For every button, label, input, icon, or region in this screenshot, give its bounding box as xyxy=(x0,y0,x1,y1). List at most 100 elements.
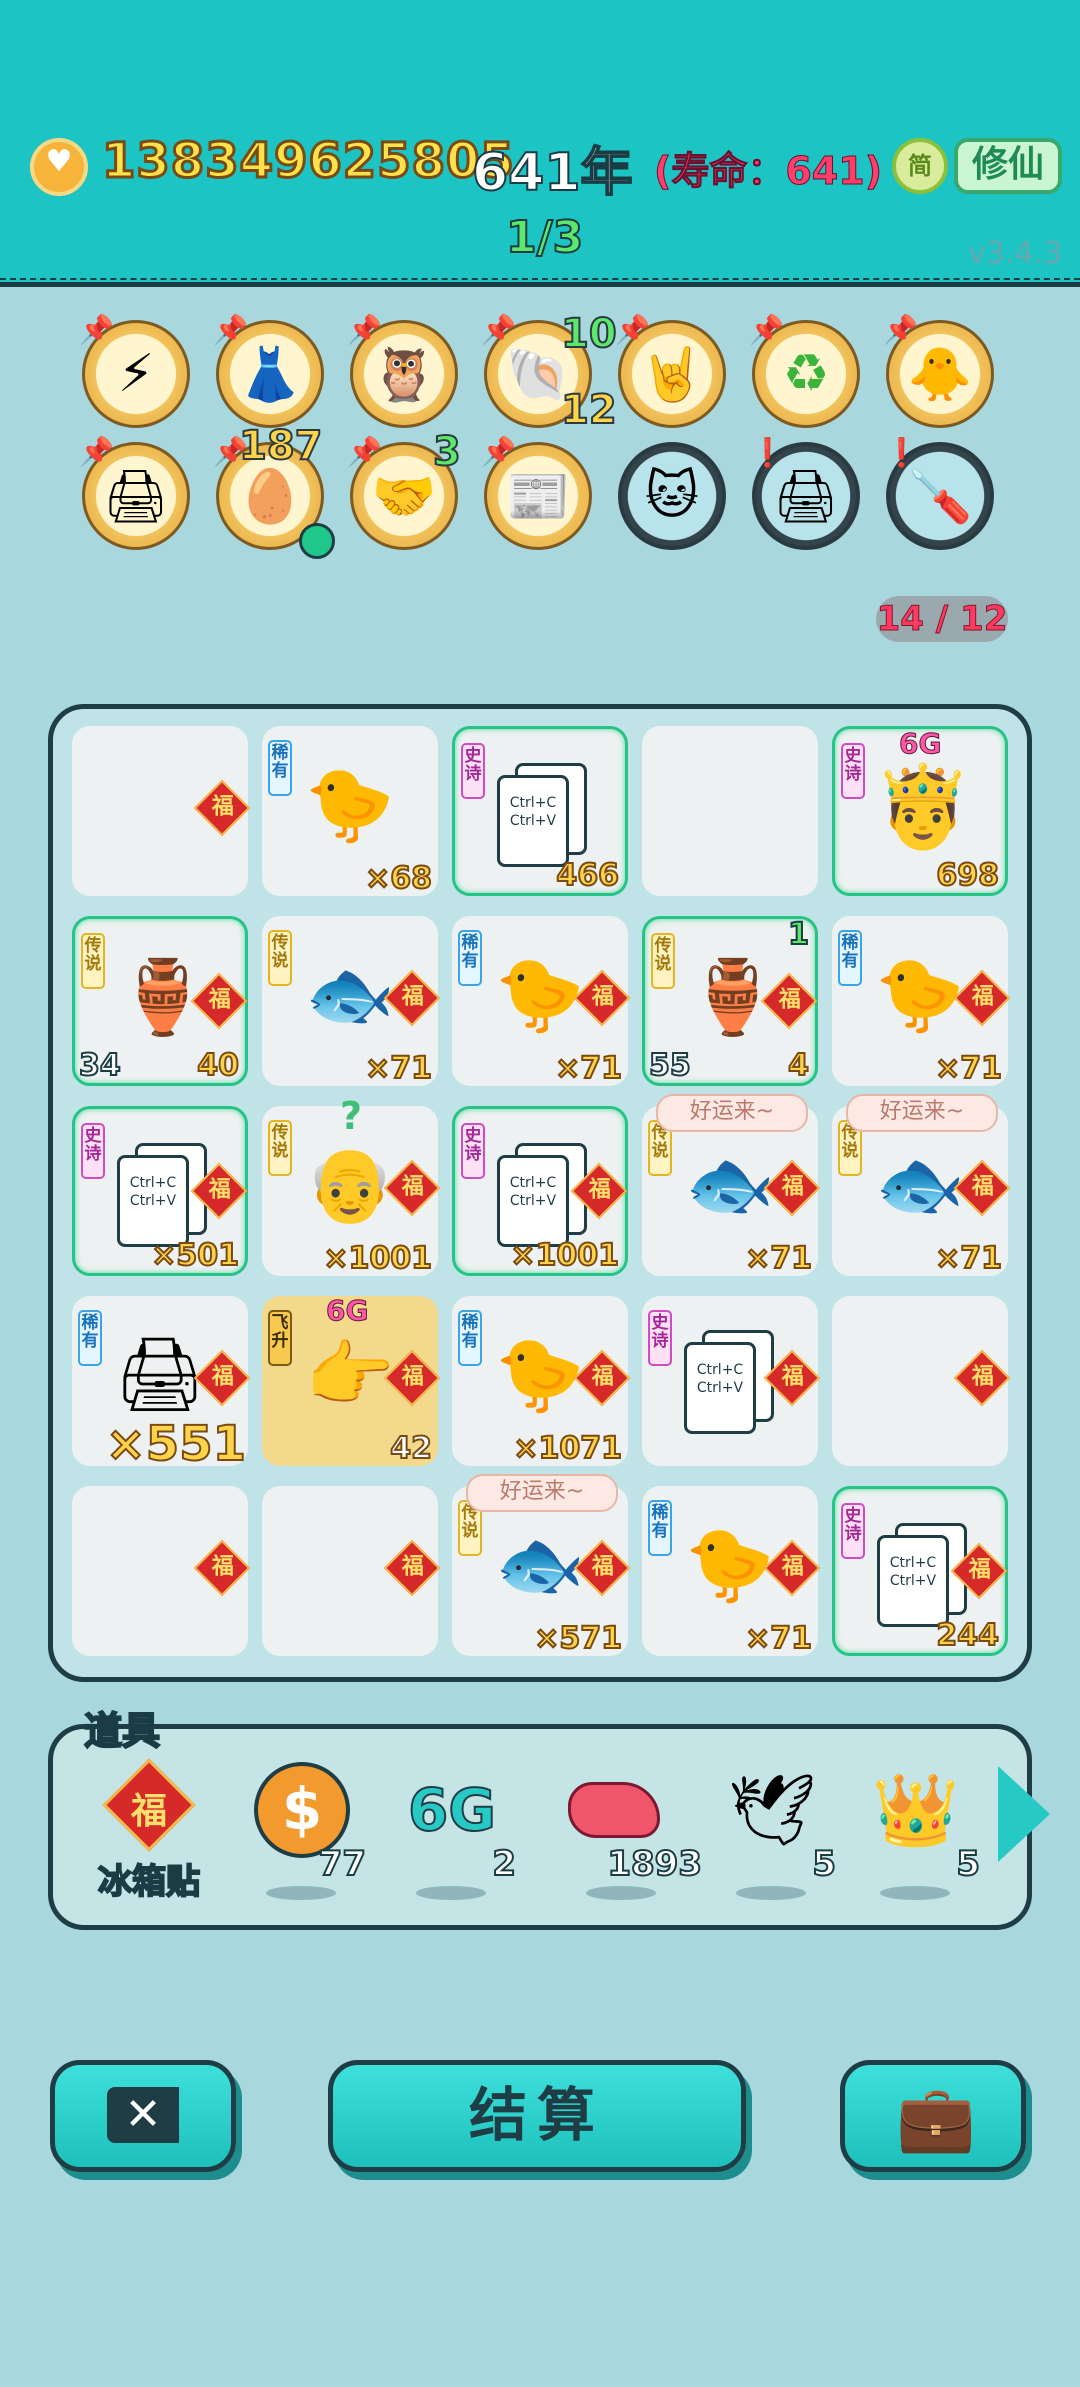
grid-cell[interactable]: 稀有 🐤 福 ×71 xyxy=(832,916,1011,1087)
tool-count: 5 xyxy=(811,1843,837,1885)
rarity-badge: 稀有 xyxy=(268,740,292,796)
item-count: ×71 xyxy=(934,1050,1003,1087)
tools-title: 道具 xyxy=(83,1708,161,1754)
pin-icon: 📌 xyxy=(79,435,114,468)
item-count: ×1071 xyxy=(512,1430,623,1467)
item-count: ×71 xyxy=(934,1240,1003,1277)
item-count: ×68 xyxy=(364,860,433,897)
grid-cell[interactable]: 稀有 🐤 福 ×71 xyxy=(452,916,631,1087)
tool-count: 77 xyxy=(318,1843,367,1885)
grid-cell[interactable]: 福 xyxy=(72,1486,251,1656)
item-count-left: 34 xyxy=(78,1047,122,1084)
fu-tag-icon: 福 xyxy=(383,1539,441,1597)
grid-cell[interactable]: 稀有 🐤 福 ×1071 xyxy=(452,1296,631,1467)
item-count: ×501 xyxy=(150,1237,240,1274)
6g-icon: 6G xyxy=(407,1775,497,1845)
handshake-icon[interactable]: 📌 🤝 3 xyxy=(347,428,462,550)
tool-dollar-coin[interactable]: $ 77 xyxy=(236,1762,367,1912)
item-count: ×71 xyxy=(554,1050,623,1087)
pin-icon: 📌 xyxy=(615,313,650,346)
alert-icon: ❗ xyxy=(750,436,785,469)
shell-icon[interactable]: 📌 🐚 10 12 xyxy=(481,310,618,434)
screwdriver-icon[interactable]: ❗ 🪛 xyxy=(884,436,994,550)
bag-button[interactable]: 💼 xyxy=(840,2060,1026,2172)
item-top-count: 1 xyxy=(787,916,810,953)
rarity-badge: 史诗 xyxy=(648,1310,672,1366)
grid-cell[interactable]: 史诗 6G 🤴 698 xyxy=(832,726,1008,896)
grid-cell[interactable]: 传说 🐟 福 ×71 xyxy=(262,916,441,1087)
grid-cell[interactable] xyxy=(642,726,818,896)
xiuxian-button[interactable]: 修仙 xyxy=(954,138,1062,194)
pigeon-icon: 🕊 xyxy=(727,1768,817,1851)
grid-cell[interactable]: 史诗 Ctrl+C Ctrl+V 福 xyxy=(642,1296,821,1466)
grid-cell[interactable]: 福 xyxy=(72,726,251,896)
pin-icon: 📌 xyxy=(883,313,918,346)
grid-cell[interactable]: 史诗 Ctrl+C Ctrl+V 福 ×501 xyxy=(72,1106,248,1276)
printer-warning-icon[interactable]: 📌 🖨 xyxy=(79,435,190,550)
item-count: ×1001 xyxy=(509,1237,620,1274)
rarity-badge: 稀有 xyxy=(838,930,862,986)
cat-icon[interactable]: 🐱 xyxy=(618,442,726,550)
grid-cell[interactable]: 飞升 6G 👉 福 42 xyxy=(262,1294,441,1467)
lightning-icon[interactable]: 📌 ⚡ xyxy=(79,313,190,428)
year-counter: 641年 xyxy=(471,142,634,204)
copy-paste-icon: Ctrl+C Ctrl+V xyxy=(682,1330,778,1434)
pin-icon: 📌 xyxy=(79,313,114,346)
grid-cell[interactable]: 传说 🐟 好运来~ 福 ×71 xyxy=(832,1094,1011,1277)
owl-glasses-icon[interactable]: 📌 🦉 xyxy=(347,313,458,428)
grid-cell[interactable]: 传说 🏺 福 34 40 xyxy=(72,916,248,1086)
heart-coin-icon xyxy=(30,138,88,196)
pin-icon: 📌 xyxy=(347,435,382,468)
tool-liver[interactable]: 1893 xyxy=(566,1762,703,1912)
grid-cell[interactable]: 史诗 Ctrl+C Ctrl+V 福 ×1001 xyxy=(452,1106,628,1276)
item-count: ×71 xyxy=(744,1240,813,1277)
fu-tag-icon: 福 xyxy=(193,1539,251,1597)
fu-tag-icon: 福 xyxy=(953,1349,1011,1407)
rarity-badge: 稀有 xyxy=(648,1500,672,1556)
grid-cell[interactable]: 福 xyxy=(832,1296,1011,1466)
rarity-badge: 传说 xyxy=(268,930,292,986)
pin-icon: 📌 xyxy=(347,313,382,346)
grid-cell[interactable]: 稀有 🐤 福 ×71 xyxy=(642,1486,821,1657)
pin-icon: 📌 xyxy=(749,313,784,346)
recycle-icon[interactable]: 📌 ♻ xyxy=(749,313,860,428)
grid-cell[interactable]: 史诗 Ctrl+C Ctrl+V 福 244 xyxy=(832,1486,1008,1656)
item-count: 244 xyxy=(935,1617,1000,1654)
rarity-badge: 飞升 xyxy=(268,1310,292,1366)
skirt-icon[interactable]: 📌 👗 xyxy=(213,313,324,428)
grid-cell[interactable]: 传说 🐟 好运来~ 福 ×71 xyxy=(642,1094,821,1277)
item-count: ×571 xyxy=(533,1620,623,1657)
grid-cell[interactable]: 稀有 🐤 ×68 xyxy=(262,726,438,897)
rarity-badge: 史诗 xyxy=(841,1503,865,1559)
fu-tag-icon: 福 xyxy=(193,779,251,837)
grid-cell[interactable]: 传说 ? 👴 福 ×1001 xyxy=(262,1094,441,1277)
close-icon: ✕ xyxy=(107,2087,179,2143)
settle-button[interactable]: 结算 xyxy=(328,2060,746,2172)
rarity-badge: 史诗 xyxy=(841,743,865,799)
printer-warning-icon[interactable]: ❗ 🖨 xyxy=(750,436,860,550)
scroll-right-arrow-icon[interactable] xyxy=(998,1766,1050,1862)
tool-crown[interactable]: 👑 5 xyxy=(850,1762,981,1912)
tool-count: 1893 xyxy=(606,1843,703,1885)
rarity-badge: 传说 xyxy=(268,1120,292,1176)
grid-cell[interactable]: 传说 1 🏺 福 55 4 xyxy=(642,916,818,1086)
grid-cell[interactable]: 史诗 Ctrl+C Ctrl+V 466 xyxy=(452,726,628,896)
rock-hand-icon[interactable]: 📌 🤘 xyxy=(615,313,726,428)
time-magazine-icon[interactable]: 📌 📰 xyxy=(481,435,592,550)
rarity-badge: 传说 xyxy=(651,933,675,989)
tool-pigeon[interactable]: 🕊 5 xyxy=(706,1762,837,1912)
cancel-button[interactable]: ✕ xyxy=(50,2060,236,2172)
tool-fridge-magnet[interactable]: 福 冰箱贴 xyxy=(86,1758,216,1912)
pin-icon: 📌 xyxy=(481,435,516,468)
briefcase-icon: 💼 xyxy=(896,2082,976,2156)
egg-tray-icon[interactable]: 📌 🥚 187 xyxy=(213,422,335,559)
chick-icon: 🐤 xyxy=(305,761,395,846)
grid-cell[interactable]: 福 xyxy=(262,1486,441,1656)
grid-cell[interactable]: 稀有 🖨 福 ×551 xyxy=(72,1296,251,1473)
tool-6g[interactable]: 6G 2 xyxy=(386,1762,517,1912)
pin-icon: 📌 xyxy=(213,313,248,346)
item-count: 698 xyxy=(935,857,1000,894)
simplified-toggle-button[interactable]: 简 xyxy=(892,138,948,194)
chick-egg-icon[interactable]: 📌 🐥 xyxy=(883,313,994,428)
grid-cell[interactable]: 传说 🐟 好运来~ 福 ×571 xyxy=(452,1474,631,1657)
